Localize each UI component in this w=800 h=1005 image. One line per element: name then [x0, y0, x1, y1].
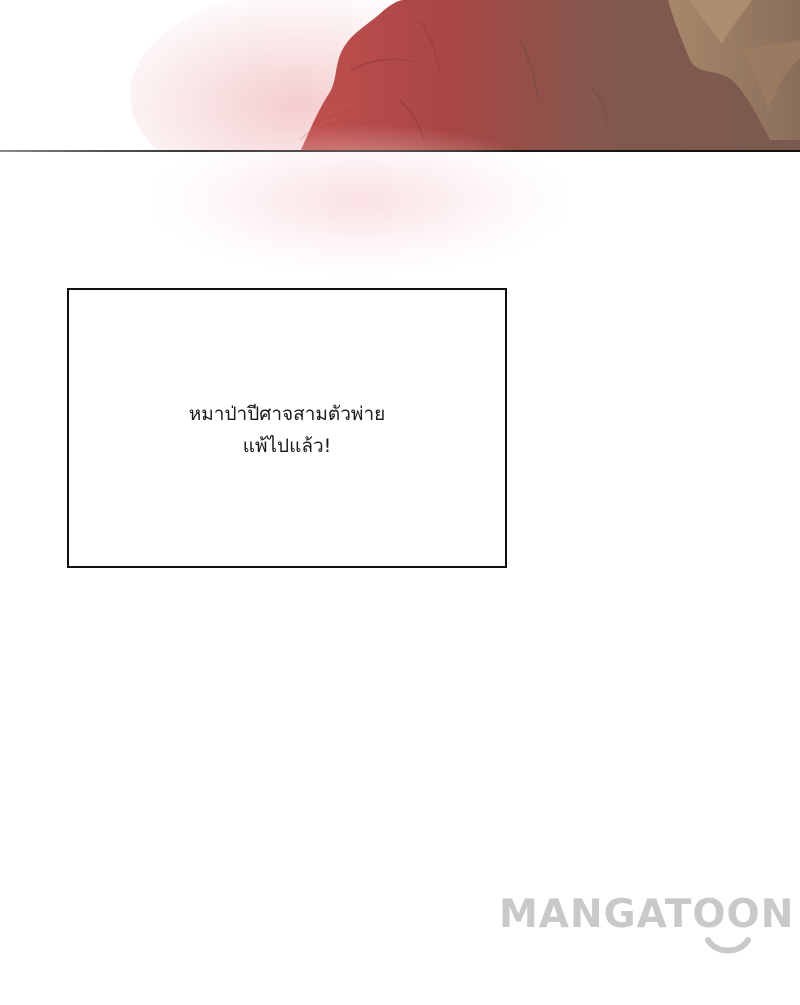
pink-glow: [150, 125, 570, 275]
caption-line-2: แพ้ไปแล้ว!: [242, 435, 332, 457]
caption-box: หมาป่าปีศาจสามตัวพ่าย แพ้ไปแล้ว!: [67, 288, 507, 568]
caption-line-1: หมาป่าปีศาจสามตัวพ่าย: [188, 403, 386, 425]
mangatoon-watermark: MANGATOON: [497, 890, 800, 960]
smile-icon: [705, 937, 751, 954]
watermark-text: MANGATOON: [499, 892, 795, 937]
caption-text: หมาป่าปีศาจสามตัวพ่าย แพ้ไปแล้ว!: [69, 398, 505, 462]
